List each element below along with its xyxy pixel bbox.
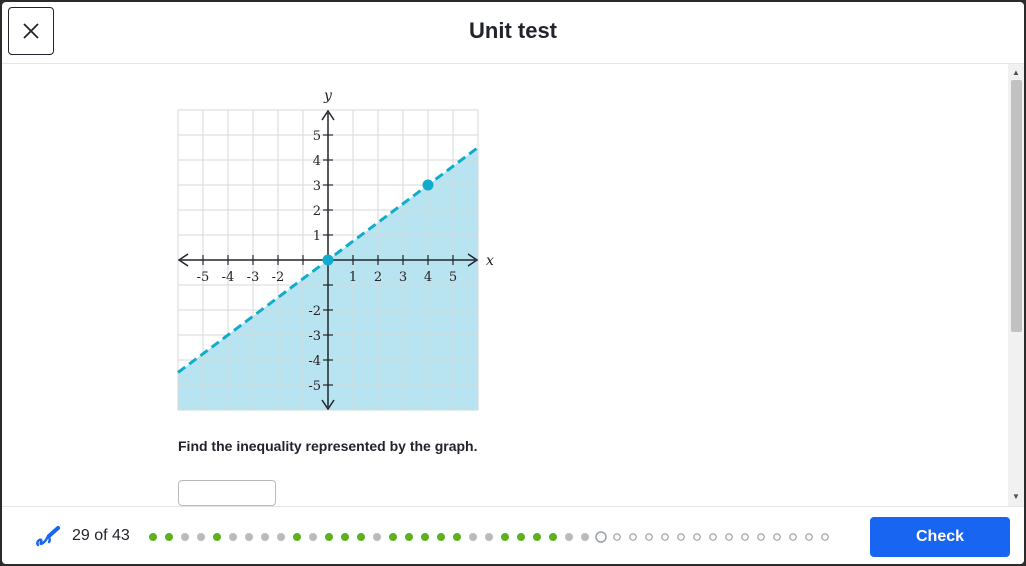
progress-dot-correct	[533, 533, 541, 541]
x-tick-label: 3	[399, 270, 407, 285]
y-axis-label: y	[323, 88, 333, 104]
unit-test-modal: Unit test -5 -4 -3 -2 1 2 3 4 5 5 4 3 2 1 -2 -3 -4 -5 x y F…	[2, 2, 1024, 564]
x-tick-label: -5	[197, 270, 210, 285]
progress-dot-empty	[661, 533, 669, 541]
progress-dot-empty	[645, 533, 653, 541]
progress-dot-correct	[421, 533, 429, 541]
y-tick-label: 4	[313, 154, 321, 169]
progress-dot-skipped	[245, 533, 253, 541]
progress-dot-skipped	[373, 533, 381, 541]
progress-dot-correct	[453, 533, 461, 541]
question-prompt: Find the inequality represented by the g…	[178, 438, 478, 454]
progress-dot-empty	[821, 533, 829, 541]
progress-dot-skipped	[485, 533, 493, 541]
coordinate-graph: -5 -4 -3 -2 1 2 3 4 5 5 4 3 2 1 -2 -3 -4 -5 x y	[177, 88, 494, 411]
progress-dot-skipped	[197, 533, 205, 541]
progress-dot-correct	[437, 533, 445, 541]
page-title: Unit test	[469, 18, 557, 43]
progress-dot-correct	[517, 533, 525, 541]
progress-dot-correct	[165, 533, 173, 541]
progress-dot-skipped	[565, 533, 573, 541]
progress-dots	[149, 531, 829, 543]
x-tick-label: 5	[449, 270, 457, 285]
progress-dot-skipped	[261, 533, 269, 541]
progress-counter: 29 of 43	[72, 527, 130, 544]
progress-dot-correct	[149, 533, 157, 541]
progress-dot-empty	[757, 533, 765, 541]
y-tick-label: -2	[308, 304, 321, 319]
progress-dot-empty	[677, 533, 685, 541]
check-button[interactable]: Check	[870, 517, 1010, 557]
progress-dot-empty	[805, 533, 813, 541]
x-tick-label: 2	[374, 270, 382, 285]
progress-dot-empty	[741, 533, 749, 541]
answer-input[interactable]	[178, 480, 276, 506]
modal-header: Unit test	[2, 2, 1024, 64]
y-tick-label: 1	[313, 229, 321, 244]
progress-dot-empty	[629, 533, 637, 541]
progress-dot-correct	[389, 533, 397, 541]
progress-dot-correct	[357, 533, 365, 541]
y-tick-label: -4	[308, 354, 321, 369]
progress-dot-skipped	[581, 533, 589, 541]
progress-dot-correct	[213, 533, 221, 541]
progress-dot-correct	[501, 533, 509, 541]
progress-dot-empty	[693, 533, 701, 541]
y-tick-label: -5	[308, 379, 321, 394]
y-tick-label: -3	[308, 329, 321, 344]
progress-dot-empty	[709, 533, 717, 541]
x-tick-label: -2	[272, 270, 285, 285]
x-tick-label: -4	[222, 270, 235, 285]
vertical-scrollbar[interactable]: ▲ ▼	[1008, 64, 1024, 506]
scroll-up-arrow-icon[interactable]: ▲	[1008, 66, 1024, 80]
progress-dot-empty	[789, 533, 797, 541]
progress-dot-correct	[325, 533, 333, 541]
progress-dot-skipped	[469, 533, 477, 541]
footer-bar: 29 of 43 Check	[2, 506, 1024, 564]
progress-dot-empty	[773, 533, 781, 541]
progress-dot-skipped	[229, 533, 237, 541]
line-point	[322, 254, 334, 266]
x-tick-label: 4	[424, 270, 432, 285]
progress-dot-skipped	[277, 533, 285, 541]
x-axis-label: x	[486, 253, 494, 269]
scrollbar-thumb[interactable]	[1011, 80, 1022, 332]
progress-dot-empty	[613, 533, 621, 541]
scroll-down-arrow-icon[interactable]: ▼	[1008, 490, 1024, 504]
y-tick-label: 3	[313, 179, 321, 194]
scratchpad-icon[interactable]	[34, 525, 62, 549]
x-tick-label: 1	[349, 270, 357, 285]
progress-dot-correct	[405, 533, 413, 541]
x-tick-label: -3	[247, 270, 260, 285]
question-area: -5 -4 -3 -2 1 2 3 4 5 5 4 3 2 1 -2 -3 -4 -5 x y Find the in…	[2, 64, 1007, 506]
line-point	[422, 179, 434, 191]
progress-dot-correct	[341, 533, 349, 541]
progress-dot-correct	[293, 533, 301, 541]
progress-dot-correct	[549, 533, 557, 541]
progress-dot-empty	[725, 533, 733, 541]
progress-dot-current	[595, 531, 607, 543]
progress-dot-skipped	[309, 533, 317, 541]
progress-dot-skipped	[181, 533, 189, 541]
y-tick-label: 5	[313, 129, 321, 144]
y-tick-label: 2	[313, 204, 321, 219]
